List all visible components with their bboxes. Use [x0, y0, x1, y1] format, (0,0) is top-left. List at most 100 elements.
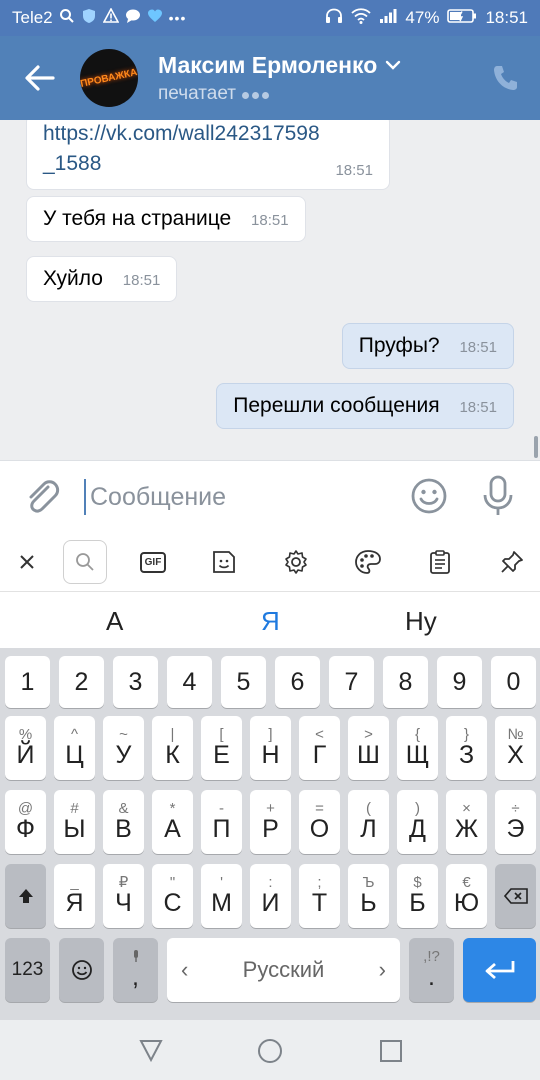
- contact-info[interactable]: Максим Ермоленко печатает: [158, 52, 401, 105]
- key[interactable]: ; Т: [299, 864, 340, 928]
- message-input[interactable]: Сообщение: [84, 479, 226, 515]
- enter-key[interactable]: [463, 938, 536, 1002]
- key[interactable]: } З: [446, 716, 487, 780]
- emoji-button[interactable]: [410, 477, 448, 520]
- key[interactable]: × Ж: [446, 790, 487, 854]
- message-list[interactable]: https://vk.com/wall242317598 _1588 18:51…: [0, 120, 540, 460]
- key[interactable]: 3: [113, 656, 158, 708]
- key[interactable]: :И: [250, 864, 291, 928]
- attach-button[interactable]: [24, 477, 60, 522]
- phone-icon: [494, 66, 517, 90]
- search-icon: [59, 8, 75, 29]
- nav-back-button[interactable]: [136, 1036, 166, 1066]
- key[interactable]: {Щ: [397, 716, 438, 780]
- headphones-icon: [325, 8, 343, 29]
- microphone-icon: [483, 475, 513, 515]
- period-key[interactable]: ,!?.: [409, 938, 454, 1002]
- emoji-key[interactable]: [59, 938, 104, 1002]
- battery-icon: [447, 8, 477, 29]
- key[interactable]: 9: [437, 656, 482, 708]
- space-key[interactable]: ‹ Русский ›: [167, 938, 400, 1002]
- key[interactable]: 5: [221, 656, 266, 708]
- key[interactable]: _ Я: [54, 864, 95, 928]
- message-link[interactable]: https://vk.com/wall242317598: [43, 120, 373, 149]
- circle-home-icon: [258, 1039, 282, 1063]
- smile-icon: [71, 960, 92, 980]
- key[interactable]: 0: [491, 656, 536, 708]
- message-composer: Сообщение: [0, 460, 540, 532]
- key[interactable]: = О: [299, 790, 340, 854]
- scrollbar[interactable]: [534, 436, 538, 458]
- back-button[interactable]: [0, 36, 80, 120]
- palette-icon: [355, 550, 381, 574]
- key[interactable]: | К: [152, 716, 193, 780]
- key[interactable]: @ Ф: [5, 790, 46, 854]
- key[interactable]: [Е: [201, 716, 242, 780]
- clipboard-button[interactable]: [418, 540, 462, 584]
- chevron-left-icon: ‹: [181, 957, 189, 982]
- key[interactable]: % Й: [5, 716, 46, 780]
- key[interactable]: ЪЬ: [348, 864, 389, 928]
- carrier-label: Tele2: [12, 8, 53, 27]
- key[interactable]: 4: [167, 656, 212, 708]
- contact-name: Максим Ермоленко: [158, 51, 378, 78]
- key[interactable]: 8: [383, 656, 428, 708]
- clock: 18:51: [485, 8, 528, 27]
- key[interactable]: ^ Ц: [54, 716, 95, 780]
- suggestion-item[interactable]: А: [106, 606, 123, 637]
- key[interactable]: < Г: [299, 716, 340, 780]
- key[interactable]: " С: [152, 864, 193, 928]
- backspace-key[interactable]: [495, 864, 536, 928]
- comma-key[interactable]: ,: [113, 938, 158, 1002]
- pin-button[interactable]: [490, 540, 534, 584]
- nav-recents-button[interactable]: [376, 1036, 406, 1066]
- status-bar: Tele2 ••• 47% 18:51: [0, 0, 540, 36]
- message-time: 18:51: [335, 162, 373, 179]
- settings-button[interactable]: [274, 540, 318, 584]
- message-bubble[interactable]: https://vk.com/wall242317598 _1588 18:51: [26, 120, 390, 190]
- key[interactable]: $ Б: [397, 864, 438, 928]
- heart-icon: [147, 8, 163, 29]
- sticker-button[interactable]: [202, 540, 246, 584]
- close-toolbar-button[interactable]: [5, 540, 49, 584]
- key[interactable]: ) Д: [397, 790, 438, 854]
- message-bubble[interactable]: Хуйло 18:51: [26, 256, 178, 302]
- key[interactable]: ' М: [201, 864, 242, 928]
- key[interactable]: # Ы: [54, 790, 95, 854]
- key[interactable]: 7: [329, 656, 374, 708]
- key[interactable]: -П: [201, 790, 242, 854]
- key[interactable]: 6: [275, 656, 320, 708]
- call-button[interactable]: [492, 64, 518, 97]
- key[interactable]: № Х: [495, 716, 536, 780]
- key[interactable]: + Р: [250, 790, 291, 854]
- key[interactable]: (Л: [348, 790, 389, 854]
- suggestion-item[interactable]: Я: [261, 606, 280, 637]
- message-bubble[interactable]: Пруфы? 18:51: [341, 323, 514, 369]
- numbers-key[interactable]: 123: [5, 938, 50, 1002]
- message-text: Пруфы?: [358, 334, 440, 357]
- key[interactable]: ₽ Ч: [103, 864, 144, 928]
- suggestion-item[interactable]: Ну: [405, 606, 437, 637]
- message-link-tail[interactable]: _1588: [43, 149, 101, 179]
- shift-key[interactable]: [5, 864, 46, 928]
- message-bubble[interactable]: У тебя на странице 18:51: [26, 196, 306, 242]
- key[interactable]: 1: [5, 656, 50, 708]
- key[interactable]: € Ю: [446, 864, 487, 928]
- avatar[interactable]: ПРОВАЖКА: [80, 49, 138, 107]
- theme-button[interactable]: [346, 540, 390, 584]
- key[interactable]: ÷ Э: [495, 790, 536, 854]
- key[interactable]: * А: [152, 790, 193, 854]
- voice-button[interactable]: [482, 475, 514, 522]
- keyboard-search-button[interactable]: [63, 540, 107, 584]
- message-bubble[interactable]: Перешли сообщения 18:51: [216, 383, 514, 429]
- key[interactable]: 2: [59, 656, 104, 708]
- nav-home-button[interactable]: [255, 1036, 285, 1066]
- shield-icon: [81, 8, 97, 29]
- key[interactable]: ] Н: [250, 716, 291, 780]
- gif-button[interactable]: GIF: [131, 540, 175, 584]
- key[interactable]: > Ш: [348, 716, 389, 780]
- key[interactable]: & В: [103, 790, 144, 854]
- microphone-icon: [132, 950, 140, 964]
- shift-icon: [18, 889, 33, 903]
- key[interactable]: ~ У: [103, 716, 144, 780]
